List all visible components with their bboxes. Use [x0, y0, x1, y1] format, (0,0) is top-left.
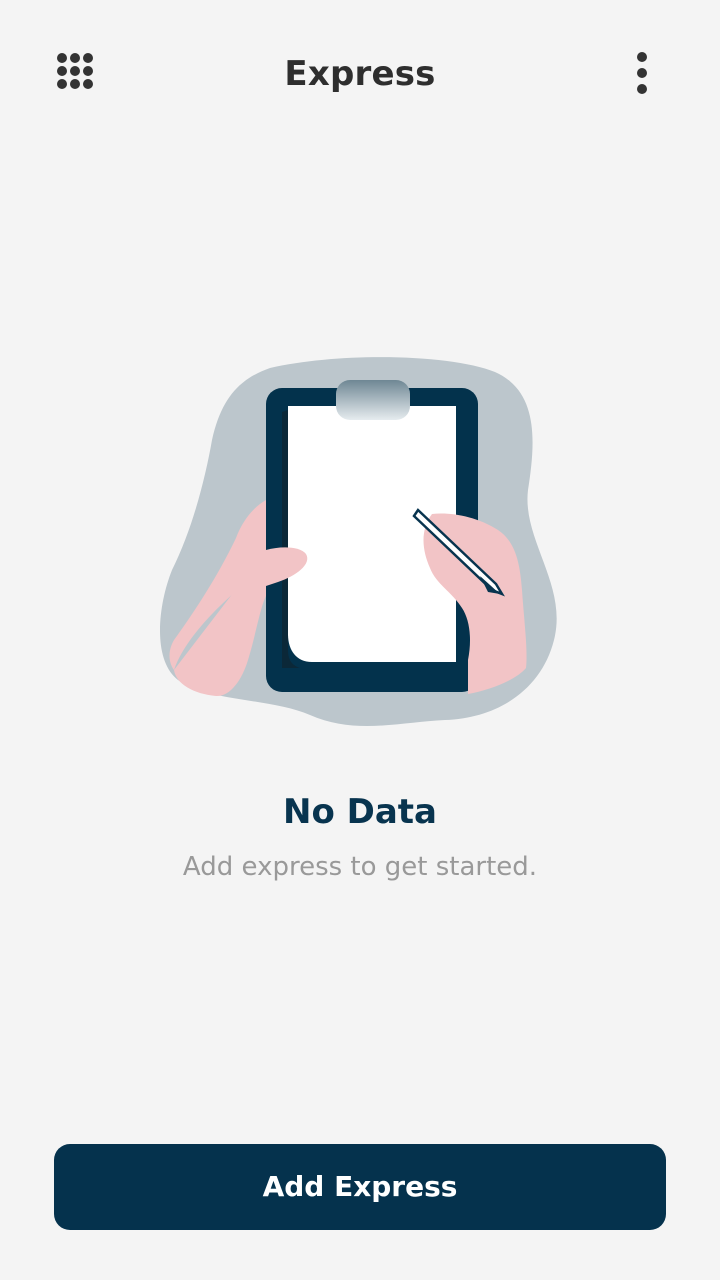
empty-state-subtitle: Add express to get started. — [182, 852, 538, 882]
add-express-button[interactable]: Add Express — [54, 1144, 666, 1230]
app-header: Express — [0, 0, 720, 148]
apps-grid-button[interactable] — [46, 42, 110, 106]
apps-grid-icon — [57, 53, 93, 89]
empty-state-title: No Data — [282, 792, 437, 832]
more-vertical-icon — [637, 52, 647, 94]
empty-clipboard-illustration — [160, 357, 557, 726]
express-screen: Express No Data Add express to get start… — [0, 0, 720, 1280]
page-title: Express — [284, 54, 436, 94]
more-options-button[interactable] — [610, 42, 674, 106]
